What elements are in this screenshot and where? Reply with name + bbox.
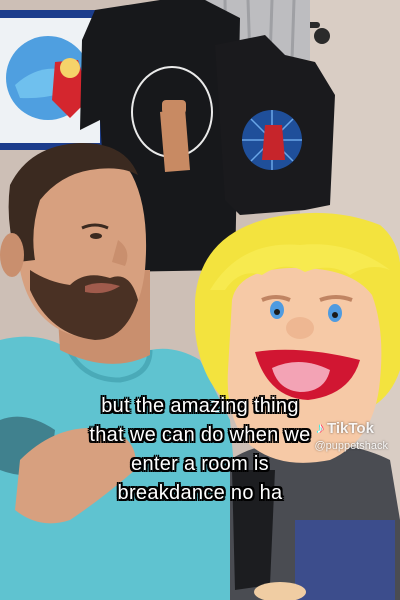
curtain-rod-finial bbox=[314, 28, 330, 44]
tiktok-watermark: ♪ TikTok @puppetshack bbox=[314, 420, 388, 454]
tiktok-handle: @puppetshack bbox=[314, 440, 388, 452]
tiktok-brand-row: ♪ TikTok bbox=[316, 420, 388, 438]
man-eye bbox=[90, 233, 102, 239]
middle-shirt-fist bbox=[162, 100, 186, 114]
caption-line-4: breakdance no ha bbox=[117, 482, 283, 504]
puppet-nose bbox=[286, 317, 314, 339]
video-frame: but the amazing thing that we can do whe… bbox=[0, 0, 400, 600]
video-scene bbox=[0, 0, 400, 600]
puppet-right-pupil bbox=[332, 312, 338, 318]
man-ear bbox=[0, 233, 24, 277]
right-shirt-spider bbox=[262, 125, 285, 160]
caption-line-1: but the amazing thing bbox=[101, 395, 299, 417]
tiktok-brand-name: TikTok bbox=[326, 420, 374, 437]
tiktok-logo-icon: ♪ bbox=[316, 420, 324, 437]
puppet-jeans bbox=[295, 520, 395, 600]
middle-shirt-hand bbox=[160, 108, 190, 172]
caption-line-3: enter a room is bbox=[131, 453, 269, 475]
left-poster-figure-head bbox=[60, 58, 80, 78]
puppet-left-pupil bbox=[274, 309, 280, 315]
